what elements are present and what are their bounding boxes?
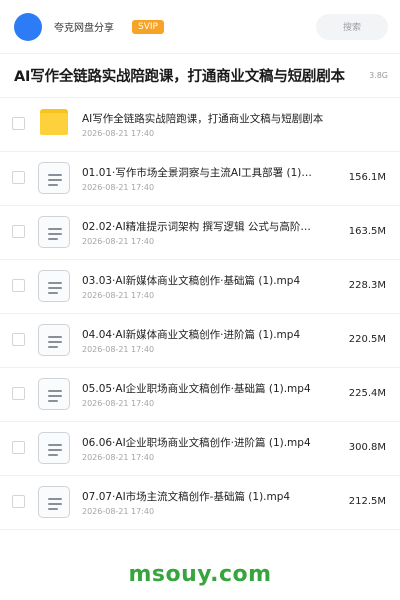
total-size: 3.8G bbox=[369, 71, 388, 80]
avatar[interactable] bbox=[14, 12, 42, 41]
search-input[interactable]: 搜索 bbox=[316, 13, 388, 40]
file-date: 2026-08-21 17:40 bbox=[82, 507, 155, 516]
list-item[interactable]: 02.02·AI精准提示词架构 撰写逻辑 公式与高阶技巧.mp4 2026-08… bbox=[0, 206, 400, 260]
list-item[interactable]: 05.05·AI企业职场商业文稿创作·基础篇 (1).mp4 2026-08-2… bbox=[0, 368, 400, 422]
list-item[interactable]: 01.01·写作市场全景洞察与主流AI工具部署 (1).mp4 2026-08-… bbox=[0, 152, 400, 206]
file-list: AI写作全链路实战陪跑课，打通商业文稿与短剧剧本 2026-08-21 17:4… bbox=[0, 98, 400, 530]
folder-date: 2026-08-21 17:40 bbox=[82, 129, 155, 138]
file-size: 212.5M bbox=[348, 496, 386, 507]
list-item[interactable]: 07.07·AI市场主流文稿创作-基础篇 (1).mp4 2026-08-21 … bbox=[0, 476, 400, 530]
watermark: msouy.com bbox=[128, 562, 272, 587]
select-checkbox[interactable] bbox=[12, 171, 25, 184]
select-checkbox[interactable] bbox=[12, 117, 25, 130]
file-date: 2026-08-21 17:40 bbox=[82, 183, 155, 192]
folder-name: AI写作全链路实战陪跑课，打通商业文稿与短剧剧本 bbox=[82, 113, 324, 125]
list-item[interactable]: 04.04·AI新媒体商业文稿创作·进阶篇 (1).mp4 2026-08-21… bbox=[0, 314, 400, 368]
user-name: 夸克网盘分享 bbox=[54, 23, 114, 34]
select-checkbox[interactable] bbox=[12, 441, 25, 454]
file-size: 300.8M bbox=[348, 442, 386, 453]
document-icon bbox=[38, 486, 70, 518]
document-icon bbox=[38, 162, 70, 194]
file-name: 01.01·写作市场全景洞察与主流AI工具部署 (1).mp4 bbox=[82, 167, 312, 179]
file-date: 2026-08-21 17:40 bbox=[82, 399, 155, 408]
folder-icon bbox=[40, 109, 68, 135]
file-size: 228.3M bbox=[348, 280, 386, 291]
file-date: 2026-08-21 17:40 bbox=[82, 345, 155, 354]
file-size: 156.1M bbox=[348, 172, 386, 183]
document-icon bbox=[38, 378, 70, 410]
list-item-folder[interactable]: AI写作全链路实战陪跑课，打通商业文稿与短剧剧本 2026-08-21 17:4… bbox=[0, 98, 400, 152]
file-size: 163.5M bbox=[348, 226, 386, 237]
document-icon bbox=[38, 216, 70, 248]
svip-badge: SVIP bbox=[132, 19, 164, 34]
file-size: 225.4M bbox=[348, 388, 386, 399]
document-icon bbox=[38, 270, 70, 302]
file-name: 05.05·AI企业职场商业文稿创作·基础篇 (1).mp4 bbox=[82, 383, 311, 395]
page-title: AI写作全链路实战陪跑课，打通商业文稿与短剧剧本 bbox=[14, 69, 345, 85]
file-date: 2026-08-21 17:40 bbox=[82, 291, 155, 300]
share-title-bar: AI写作全链路实战陪跑课，打通商业文稿与短剧剧本 3.8G bbox=[0, 54, 400, 98]
file-date: 2026-08-21 17:40 bbox=[82, 237, 155, 246]
select-checkbox[interactable] bbox=[12, 387, 25, 400]
document-icon bbox=[38, 432, 70, 464]
file-size: 220.5M bbox=[348, 334, 386, 345]
select-checkbox[interactable] bbox=[12, 333, 25, 346]
select-checkbox[interactable] bbox=[12, 495, 25, 508]
select-checkbox[interactable] bbox=[12, 279, 25, 292]
file-name: 04.04·AI新媒体商业文稿创作·进阶篇 (1).mp4 bbox=[82, 329, 301, 341]
list-item[interactable]: 06.06·AI企业职场商业文稿创作·进阶篇 (1).mp4 2026-08-2… bbox=[0, 422, 400, 476]
file-name: 06.06·AI企业职场商业文稿创作·进阶篇 (1).mp4 bbox=[82, 437, 311, 449]
file-name: 03.03·AI新媒体商业文稿创作·基础篇 (1).mp4 bbox=[82, 275, 301, 287]
file-name: 02.02·AI精准提示词架构 撰写逻辑 公式与高阶技巧.mp4 bbox=[82, 221, 312, 233]
select-checkbox[interactable] bbox=[12, 225, 25, 238]
file-date: 2026-08-21 17:40 bbox=[82, 453, 155, 462]
document-icon bbox=[38, 324, 70, 356]
list-item[interactable]: 03.03·AI新媒体商业文稿创作·基础篇 (1).mp4 2026-08-21… bbox=[0, 260, 400, 314]
app-header: 夸克网盘分享 SVIP 搜索 bbox=[0, 0, 400, 54]
file-name: 07.07·AI市场主流文稿创作-基础篇 (1).mp4 bbox=[82, 491, 291, 503]
